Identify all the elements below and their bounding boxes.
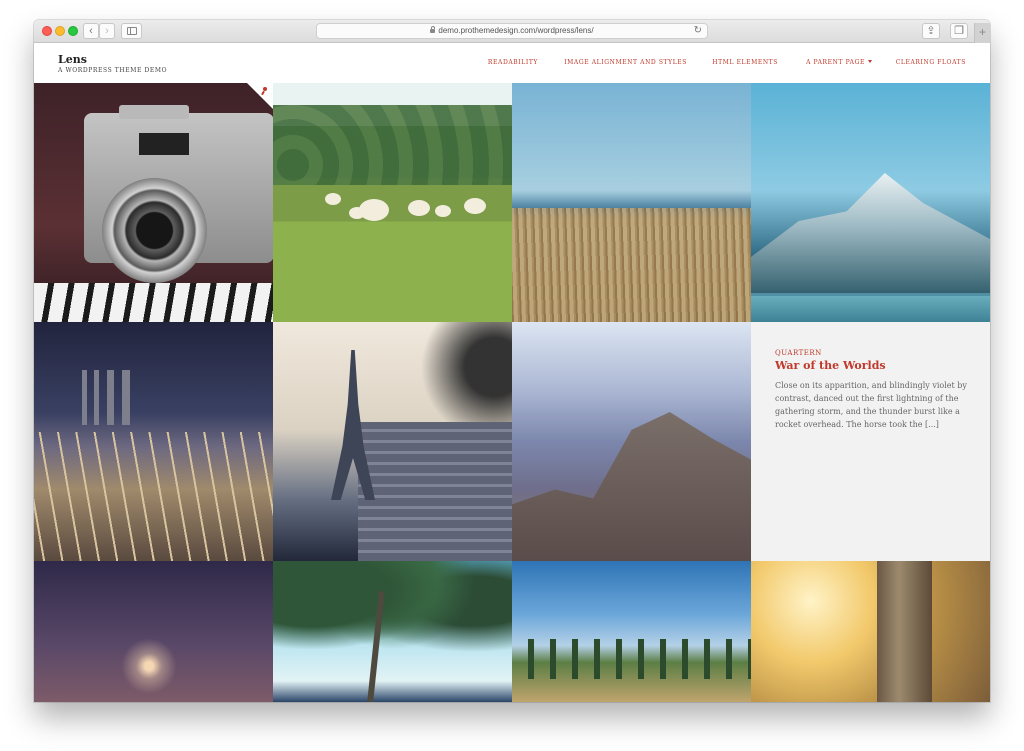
minimize-window-button[interactable] xyxy=(55,26,65,36)
post-tile-mountains[interactable] xyxy=(512,322,751,561)
post-tile-tuscany[interactable] xyxy=(512,561,751,702)
post-tile-palms[interactable] xyxy=(273,561,512,702)
pin-icon xyxy=(261,87,269,95)
tree-line xyxy=(273,105,512,185)
piano-keys xyxy=(34,283,273,322)
palm-fronds xyxy=(273,561,512,681)
new-tab-button[interactable]: + xyxy=(974,23,990,43)
sticky-corner xyxy=(247,83,273,109)
plus-icon: + xyxy=(978,25,986,39)
sheep xyxy=(325,193,341,205)
post-title[interactable]: War of the Worlds xyxy=(775,359,886,372)
camera-lens xyxy=(102,178,207,283)
post-tile-sheep[interactable] xyxy=(273,83,512,322)
forward-button[interactable]: › xyxy=(99,23,115,39)
post-tile-camera[interactable] xyxy=(34,83,273,322)
tabs-button[interactable]: ❐ xyxy=(950,23,968,39)
browser-window: ‹ › demo.prothemedesign.com/wordpress/le… xyxy=(34,20,990,702)
post-category[interactable]: QUARTERN xyxy=(775,349,822,357)
nav-item-image-alignment[interactable]: IMAGE ALIGNMENT AND STYLES xyxy=(564,59,687,66)
caret-down-icon xyxy=(868,60,872,63)
chevron-left-icon: ‹ xyxy=(89,25,93,37)
reload-icon[interactable]: ↻ xyxy=(694,24,702,38)
post-excerpt: Close on its apparition, and blindingly … xyxy=(775,381,967,429)
tabs-icon: ❐ xyxy=(954,25,964,37)
site-header: Lens A WORDPRESS THEME DEMO READABILITY … xyxy=(34,43,990,83)
sheep xyxy=(408,200,430,216)
post-tile-wildflowers[interactable] xyxy=(512,83,751,322)
sheep xyxy=(359,199,389,221)
mountain-ridge xyxy=(512,412,751,561)
nav-item-readability[interactable]: READABILITY xyxy=(488,59,538,66)
chevron-right-icon: › xyxy=(105,25,109,37)
paris-building xyxy=(358,422,512,561)
tree-trunk xyxy=(877,561,932,702)
nav-item-parent-page[interactable]: A PARENT PAGE xyxy=(806,59,872,66)
close-window-button[interactable] xyxy=(42,26,52,36)
lock-icon xyxy=(430,26,436,33)
url-text: demo.prothemedesign.com/wordpress/lens/ xyxy=(438,26,594,35)
post-tile-street-lamps[interactable] xyxy=(34,561,273,702)
back-button[interactable]: ‹ xyxy=(83,23,99,39)
sidebar-toggle-button[interactable] xyxy=(121,23,142,39)
camera-badge xyxy=(139,133,189,155)
factory-towers xyxy=(82,370,137,425)
nav-item-clearing-floats[interactable]: CLEARING FLOATS xyxy=(896,59,966,66)
post-grid: QUARTERN War of the Worlds Close on its … xyxy=(34,83,990,702)
browser-toolbar: ‹ › demo.prothemedesign.com/wordpress/le… xyxy=(34,20,990,43)
post-tile-sunlight[interactable] xyxy=(751,561,990,702)
sheep xyxy=(464,198,486,214)
post-excerpt-card[interactable]: QUARTERN War of the Worlds Close on its … xyxy=(751,322,990,561)
site-title-link[interactable]: Lens xyxy=(58,53,87,66)
snow-peak xyxy=(751,173,990,293)
cypress-row xyxy=(512,639,751,679)
camera-top xyxy=(119,105,189,119)
sheep xyxy=(435,205,451,217)
lake xyxy=(751,296,990,322)
nav-item-label: A PARENT PAGE xyxy=(806,59,865,66)
post-tile-mountain[interactable] xyxy=(751,83,990,322)
site-description: A WORDPRESS THEME DEMO xyxy=(58,67,168,74)
rail-tracks xyxy=(34,432,273,561)
post-tile-rails[interactable] xyxy=(34,322,273,561)
nav-item-html-elements[interactable]: HTML ELEMENTS xyxy=(712,59,778,66)
address-bar[interactable]: demo.prothemedesign.com/wordpress/lens/ … xyxy=(316,23,708,39)
lamp-glow xyxy=(119,636,179,696)
sidebar-icon xyxy=(127,27,137,35)
share-icon: ⇪ xyxy=(926,25,936,37)
post-tile-eiffel[interactable] xyxy=(273,322,512,561)
zoom-window-button[interactable] xyxy=(68,26,78,36)
flower-stalks xyxy=(512,208,751,322)
share-button[interactable]: ⇪ xyxy=(922,23,940,39)
